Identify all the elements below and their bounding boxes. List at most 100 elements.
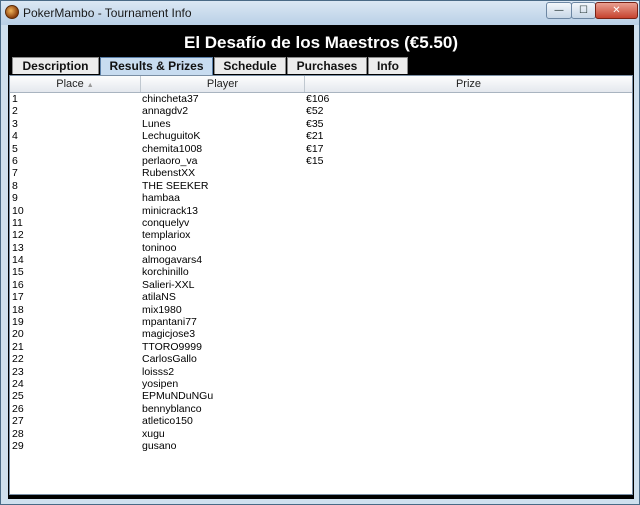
player-cell: THE SEEKER [142, 179, 209, 192]
place-cell: 8 [12, 179, 18, 192]
tab-results-prizes[interactable]: Results & Prizes [100, 57, 213, 75]
sort-ascending-icon: ▲ [86, 82, 94, 89]
place-cell: 27 [12, 415, 24, 428]
table-row[interactable]: 5 chemita1008 €17 [10, 143, 632, 155]
place-cell: 10 [12, 204, 24, 217]
table-row[interactable]: 29 gusano [10, 440, 632, 452]
place-cell: 9 [12, 192, 18, 205]
place-cell: 3 [12, 117, 18, 130]
table-row[interactable]: 20 magicjose3 [10, 328, 632, 340]
tournament-heading: El Desafío de los Maestros (€5.50) [184, 33, 458, 52]
place-cell: 12 [12, 229, 24, 242]
player-cell: atilaNS [142, 291, 176, 304]
table-row[interactable]: 27 atletico150 [10, 415, 632, 427]
prize-cell: €106 [306, 93, 330, 105]
place-cell: 15 [12, 266, 24, 279]
table-row[interactable]: 13 toninoo [10, 242, 632, 254]
table-row[interactable]: 6 perlaoro_va €15 [10, 155, 632, 167]
table-row[interactable]: 21 TTORO9999 [10, 341, 632, 353]
table-row[interactable]: 24 yosipen [10, 378, 632, 390]
player-cell: Lunes [142, 117, 171, 130]
table-row[interactable]: 4 LechuguitoK €21 [10, 130, 632, 142]
table-row[interactable]: 17 atilaNS [10, 291, 632, 303]
table-row[interactable]: 11 conquelyv [10, 217, 632, 229]
player-cell: chincheta37 [142, 93, 199, 105]
table-row[interactable]: 22 CarlosGallo [10, 353, 632, 365]
player-cell: mpantani77 [142, 316, 197, 329]
table-row[interactable]: 12 templariox [10, 229, 632, 241]
table-row[interactable]: 15 korchinillo [10, 266, 632, 278]
window-title: PokerMambo - Tournament Info [23, 6, 192, 20]
place-cell: 11 [12, 216, 23, 229]
player-cell: LechuguitoK [142, 130, 201, 143]
title-bar[interactable]: PokerMambo - Tournament Info — ☐ ✕ [1, 1, 639, 25]
place-cell: 7 [12, 167, 18, 180]
table-body: 1 chincheta37 €106 2 annagdv2 €52 3 Lunes €35 4 Le… [10, 93, 632, 452]
player-cell: Salieri-XXL [142, 278, 195, 291]
place-cell: 19 [12, 316, 24, 329]
player-cell: RubenstXX [142, 167, 196, 180]
place-cell: 2 [12, 105, 18, 118]
place-cell: 22 [12, 353, 24, 366]
player-cell: toninoo [142, 241, 177, 254]
player-cell: magicjose3 [142, 328, 196, 341]
player-cell: korchinillo [142, 266, 189, 279]
place-cell: 29 [12, 439, 24, 452]
table-header: Place ▲ Player Prize [10, 76, 632, 93]
table-row[interactable]: 25 EPMuNDuNGu [10, 390, 632, 402]
place-cell: 13 [12, 241, 24, 254]
close-button[interactable]: ✕ [595, 2, 638, 19]
place-cell: 4 [12, 130, 18, 143]
tab-purchases[interactable]: Purchases [287, 57, 367, 74]
place-cell: 23 [12, 365, 24, 378]
tournament-info-window: PokerMambo - Tournament Info — ☐ ✕ El De… [0, 0, 640, 505]
prize-cell: €35 [306, 117, 324, 130]
table-row[interactable]: 16 Salieri-XXL [10, 279, 632, 291]
table-row[interactable]: 26 bennyblanco [10, 403, 632, 415]
table-row[interactable]: 28 xugu [10, 428, 632, 440]
maximize-button[interactable]: ☐ [571, 2, 596, 19]
place-cell: 6 [12, 154, 18, 167]
prize-cell: €15 [306, 154, 324, 167]
tab-info[interactable]: Info [368, 57, 408, 74]
column-header-player[interactable]: Player [141, 76, 305, 92]
player-cell: hambaa [142, 192, 180, 205]
player-cell: yosipen [142, 377, 179, 390]
place-cell: 16 [12, 278, 24, 291]
prize-cell: €21 [306, 130, 324, 143]
player-cell: xugu [142, 427, 165, 440]
column-header-place[interactable]: Place ▲ [10, 76, 141, 92]
place-cell: 18 [12, 303, 24, 316]
table-row[interactable]: 9 hambaa [10, 192, 632, 204]
tab-schedule[interactable]: Schedule [214, 57, 286, 74]
player-cell: CarlosGallo [142, 353, 197, 366]
tab-description[interactable]: Description [12, 57, 99, 74]
column-header-prize[interactable]: Prize [305, 76, 632, 92]
place-cell: 25 [12, 390, 24, 403]
table-row[interactable]: 23 loisss2 [10, 366, 632, 378]
place-cell: 20 [12, 328, 24, 341]
table-row[interactable]: 3 Lunes €35 [10, 118, 632, 130]
player-cell: mix1980 [142, 303, 182, 316]
table-row[interactable]: 2 annagdv2 €52 [10, 105, 632, 117]
place-cell: 26 [12, 402, 24, 415]
player-cell: loisss2 [142, 365, 175, 378]
column-header-label: Place [56, 78, 84, 90]
table-row[interactable]: 8 THE SEEKER [10, 180, 632, 192]
player-cell: EPMuNDuNGu [142, 390, 214, 403]
player-cell: bennyblanco [142, 402, 202, 415]
table-row[interactable]: 14 almogavars4 [10, 254, 632, 266]
player-cell: templariox [142, 229, 191, 242]
minimize-button[interactable]: — [546, 2, 572, 19]
player-cell: perlaoro_va [142, 154, 198, 167]
table-row[interactable]: 7 RubenstXX [10, 167, 632, 179]
pokermambo-logo-icon [5, 5, 19, 19]
results-table: Place ▲ Player Prize 1 chincheta37 €106 2 ann… [9, 75, 633, 495]
table-row[interactable]: 19 mpantani77 [10, 316, 632, 328]
table-row[interactable]: 18 mix1980 [10, 304, 632, 316]
player-cell: gusano [142, 439, 177, 452]
prize-cell: €17 [306, 142, 324, 155]
player-cell: annagdv2 [142, 105, 189, 118]
table-row[interactable]: 1 chincheta37 €106 [10, 93, 632, 105]
table-row[interactable]: 10 minicrack13 [10, 205, 632, 217]
